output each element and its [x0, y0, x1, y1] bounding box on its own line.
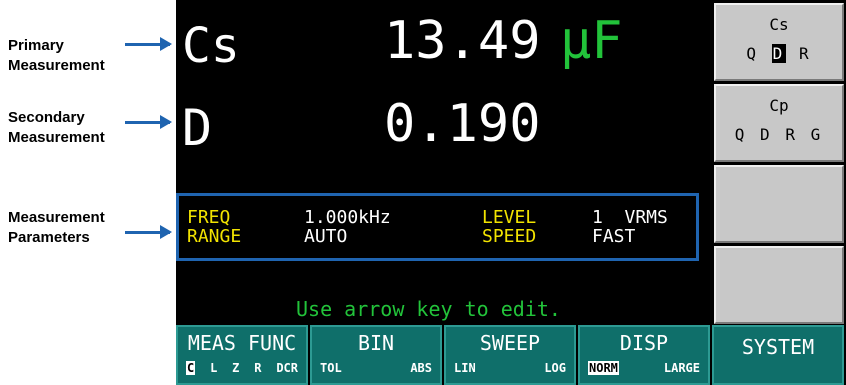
params-arrow-icon — [125, 225, 172, 239]
meas-func-button[interactable]: MEAS FUNC C L Z R DCR — [176, 325, 308, 385]
range-value: AUTO — [304, 226, 348, 247]
speed-label: SPEED — [482, 226, 537, 247]
speed-value: FAST — [592, 226, 636, 247]
secondary-value: 0.190 — [384, 94, 541, 154]
lcr-display: Cs 13.49 μF D 0.190 Cs Q D R Cp Q D R G … — [176, 0, 846, 385]
primary-param: Cs — [182, 18, 240, 74]
level-value: 1 VRMS — [592, 207, 668, 228]
system-button[interactable]: SYSTEM — [712, 325, 844, 385]
freq-value: 1.000kHz — [304, 207, 391, 228]
hint-text: Use arrow key to edit. — [296, 297, 561, 321]
primary-callout: Primary Measurement — [8, 37, 105, 74]
side-button-cs[interactable]: Cs Q D R — [714, 3, 844, 81]
sweep-button[interactable]: SWEEP LIN LOG — [444, 325, 576, 385]
bin-button[interactable]: BIN TOL ABS — [310, 325, 442, 385]
disp-button[interactable]: DISP NORM LARGE — [578, 325, 710, 385]
params-panel: FREQ 1.000kHz LEVEL 1 VRMS RANGE AUTO SP… — [176, 193, 699, 261]
secondary-param: D — [182, 99, 213, 157]
primary-value: 13.49 — [384, 11, 541, 71]
primary-arrow-icon — [125, 37, 172, 51]
side-button-cs-options: Q D R — [746, 44, 812, 63]
primary-unit: μF — [560, 11, 623, 71]
side-button-empty-2[interactable] — [714, 246, 844, 324]
range-label: RANGE — [187, 226, 242, 247]
params-callout: Measurement Parameters — [8, 209, 105, 246]
side-button-empty-1[interactable] — [714, 165, 844, 243]
side-button-cp[interactable]: Cp Q D R G — [714, 84, 844, 162]
level-label: LEVEL — [482, 207, 537, 228]
secondary-callout: Secondary Measurement — [8, 109, 105, 146]
secondary-arrow-icon — [125, 115, 172, 129]
freq-label: FREQ — [187, 207, 231, 228]
